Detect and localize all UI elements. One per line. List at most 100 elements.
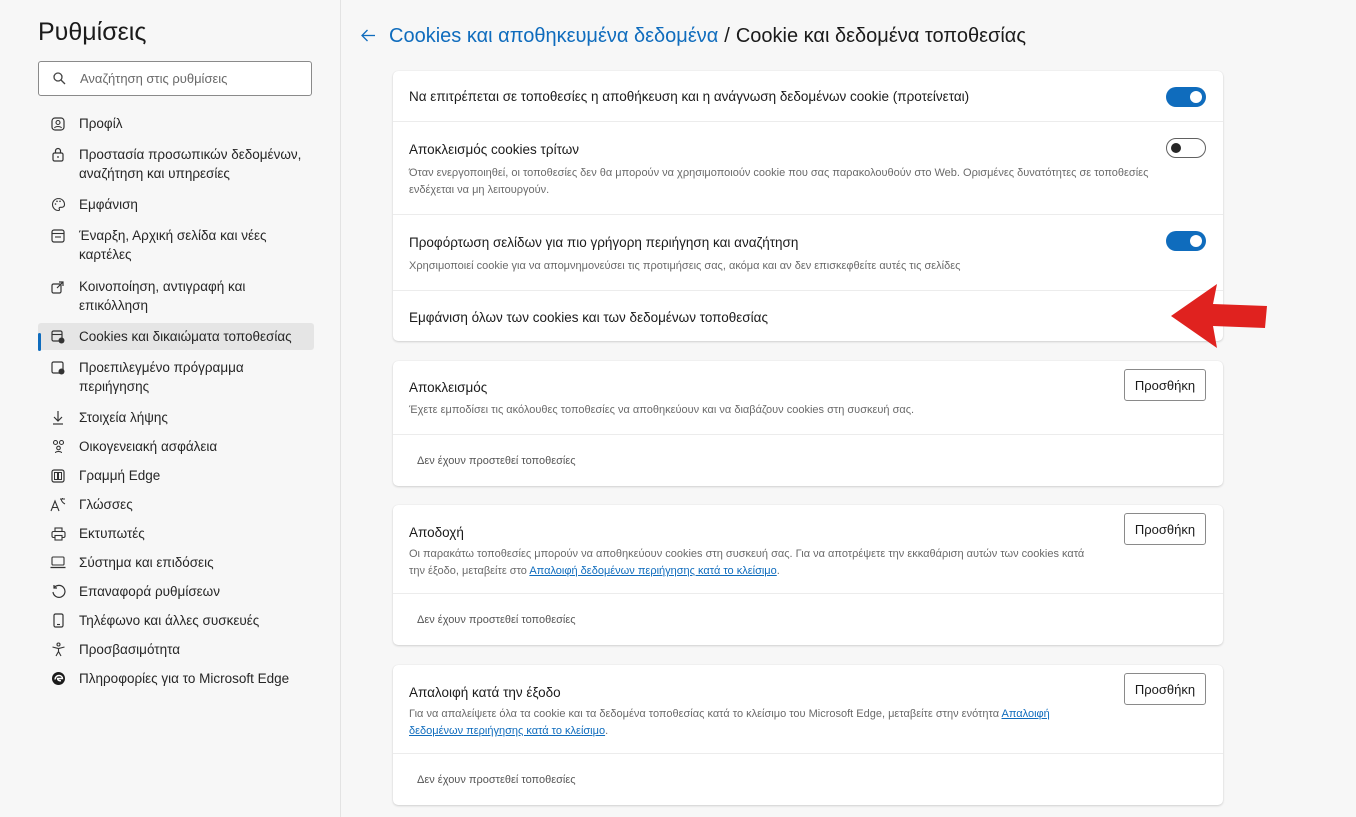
- family-icon: [50, 437, 66, 456]
- see-all-cookies-row[interactable]: Εμφάνιση όλων των cookies και των δεδομέ…: [393, 291, 1223, 341]
- clear-on-exit-description-block: Για να απαλείψετε όλα τα cookie και τα δ…: [409, 706, 1207, 740]
- breadcrumb-separator: /: [724, 25, 730, 47]
- sidebar-item-label: Cookies και δικαιώματα τοποθεσίας: [79, 329, 292, 344]
- sidebar-item-label: Πληροφορίες για το Microsoft Edge: [79, 671, 290, 686]
- accessibility-icon: [50, 640, 66, 659]
- allow-section-description-block: Οι παρακάτω τοποθεσίες μπορούν να αποθηκ…: [409, 546, 1207, 580]
- cookie-settings-card: Να επιτρέπεται σε τοποθεσίες η αποθήκευσ…: [393, 71, 1223, 341]
- sidebar-item-label: Στοιχεία λήψης: [79, 410, 168, 425]
- lock-icon: [50, 145, 66, 164]
- cookies-permissions-icon: [50, 327, 66, 346]
- clear-on-exit-title: Απαλοιφή κατά την έξοδο: [409, 685, 561, 700]
- block-empty-text: Δεν έχουν προστεθεί τοποθεσίες: [417, 454, 576, 467]
- clear-on-exit-card: Απαλοιφή κατά την έξοδο Για να απαλείψετ…: [393, 665, 1223, 805]
- sidebar-item-phone-devices[interactable]: Τηλέφωνο και άλλες συσκευές: [38, 607, 314, 634]
- block-section-card: Αποκλεισμός Έχετε εμποδίσει τις ακόλουθε…: [393, 361, 1223, 486]
- allow-section-header: Αποδοχή Οι παρακάτω τοποθεσίες μπορούν ν…: [393, 505, 1223, 594]
- phone-icon: [50, 611, 66, 630]
- sidebar-title: Ρυθμίσεις: [38, 18, 147, 46]
- sidebar-item-share-copy-paste[interactable]: Κοινοποίηση, αντιγραφή και επικόλληση: [38, 273, 314, 319]
- sidebar-item-default-browser[interactable]: Προεπιλεγμένο πρόγραμμα περιήγησης: [38, 354, 314, 400]
- reset-icon: [50, 582, 66, 601]
- sidebar-item-label: Γλώσσες: [79, 497, 133, 512]
- block-empty-row: Δεν έχουν προστεθεί τοποθεσίες: [393, 435, 1223, 486]
- profile-icon: [50, 114, 66, 133]
- sidebar-item-label: Προεπιλεγμένο πρόγραμμα περιήγησης: [79, 360, 244, 394]
- block-third-party-toggle[interactable]: [1166, 138, 1206, 158]
- block-add-button[interactable]: Προσθήκη: [1124, 369, 1206, 401]
- home-tabs-icon: [50, 226, 66, 245]
- block-third-party-description: Όταν ενεργοποιηθεί, οι τοποθεσίες δεν θα…: [409, 167, 1149, 196]
- allow-section-description-end: .: [776, 565, 780, 577]
- clear-on-exit-description-end: .: [605, 725, 609, 737]
- allow-empty-text: Δεν έχουν προστεθεί τοποθεσίες: [417, 613, 576, 626]
- allow-section-title: Αποδοχή: [409, 525, 464, 540]
- block-third-party-row: Αποκλεισμός cookies τρίτων Όταν ενεργοπο…: [393, 122, 1223, 215]
- preload-row: Προφόρτωση σελίδων για πιο γρήγορη περιή…: [393, 215, 1223, 291]
- sidebar-item-label: Κοινοποίηση, αντιγραφή και επικόλληση: [79, 279, 246, 313]
- clear-on-exit-description: Για να απαλείψετε όλα τα cookie και τα δ…: [409, 708, 1002, 720]
- settings-nav: Προφίλ Προστασία προσωπικών δεδομένων, α…: [38, 110, 314, 692]
- allow-cookies-row: Να επιτρέπεται σε τοποθεσίες η αποθήκευσ…: [393, 71, 1223, 122]
- sidebar-item-label: Σύστημα και επιδόσεις: [79, 555, 214, 570]
- edge-bar-icon: [50, 466, 66, 485]
- sidebar-item-label: Γραμμή Edge: [79, 468, 161, 483]
- see-all-cookies-title: Εμφάνιση όλων των cookies και των δεδομέ…: [409, 310, 768, 325]
- sidebar-item-label: Έναρξη, Αρχική σελίδα και νέες καρτέλες: [79, 228, 267, 262]
- search-icon: [53, 72, 66, 85]
- preload-title: Προφόρτωση σελίδων για πιο γρήγορη περιή…: [409, 235, 799, 250]
- page-title: Cookie και δεδομένα τοποθεσίας: [735, 25, 1026, 47]
- clear-on-close-link[interactable]: Απαλοιφή δεδομένων περιήγησης κατά το κλ…: [529, 565, 776, 577]
- settings-main: Cookies και αποθηκευμένα δεδομένα / Cook…: [341, 0, 1356, 817]
- sidebar-item-family-safety[interactable]: Οικογενειακή ασφάλεια: [38, 433, 314, 460]
- sidebar-item-label: Εκτυπωτές: [79, 526, 145, 541]
- palette-icon: [50, 195, 66, 214]
- sidebar-item-profile[interactable]: Προφίλ: [38, 110, 314, 137]
- edge-logo-icon: [50, 669, 66, 688]
- sidebar-item-edge-bar[interactable]: Γραμμή Edge: [38, 462, 314, 489]
- breadcrumb-parent-link[interactable]: Cookies και αποθηκευμένα δεδομένα: [389, 25, 718, 48]
- allow-cookies-toggle[interactable]: [1166, 87, 1206, 107]
- sidebar-item-printers[interactable]: Εκτυπωτές: [38, 520, 314, 547]
- sidebar-item-downloads[interactable]: Στοιχεία λήψης: [38, 404, 314, 431]
- laptop-icon: [50, 553, 66, 572]
- sidebar-item-label: Προσβασιμότητα: [79, 642, 181, 657]
- back-arrow-icon[interactable]: [361, 26, 376, 48]
- sidebar-item-privacy[interactable]: Προστασία προσωπικών δεδομένων, αναζήτησ…: [38, 141, 314, 187]
- sidebar-item-start-home[interactable]: Έναρξη, Αρχική σελίδα και νέες καρτέλες: [38, 222, 314, 268]
- sidebar-item-languages[interactable]: Γλώσσες: [38, 491, 314, 518]
- block-section-header: Αποκλεισμός Έχετε εμποδίσει τις ακόλουθε…: [393, 361, 1223, 435]
- sidebar-item-cookies-permissions[interactable]: Cookies και δικαιώματα τοποθεσίας: [38, 323, 314, 351]
- printer-icon: [50, 524, 66, 543]
- sidebar-item-appearance[interactable]: Εμφάνιση: [38, 191, 314, 218]
- sidebar-item-system-performance[interactable]: Σύστημα και επιδόσεις: [38, 549, 314, 576]
- allow-section-card: Αποδοχή Οι παρακάτω τοποθεσίες μπορούν ν…: [393, 505, 1223, 645]
- clear-on-exit-header: Απαλοιφή κατά την έξοδο Για να απαλείψετ…: [393, 665, 1223, 754]
- clear-on-exit-empty-row: Δεν έχουν προστεθεί τοποθεσίες: [393, 754, 1223, 805]
- download-icon: [50, 408, 66, 427]
- clear-on-exit-add-button[interactable]: Προσθήκη: [1124, 673, 1206, 705]
- allow-cookies-title: Να επιτρέπεται σε τοποθεσίες η αποθήκευσ…: [409, 89, 970, 104]
- annotation-arrow-icon: [1171, 284, 1267, 348]
- page-heading: Cookies και αποθηκευμένα δεδομένα / Cook…: [361, 25, 1026, 48]
- allow-add-button[interactable]: Προσθήκη: [1124, 513, 1206, 545]
- sidebar-item-about-edge[interactable]: Πληροφορίες για το Microsoft Edge: [38, 665, 314, 692]
- preload-toggle[interactable]: [1166, 231, 1206, 251]
- sidebar-item-accessibility[interactable]: Προσβασιμότητα: [38, 636, 314, 663]
- sidebar-item-label: Τηλέφωνο και άλλες συσκευές: [79, 613, 260, 628]
- sidebar-item-label: Προφίλ: [79, 116, 123, 131]
- allow-empty-row: Δεν έχουν προστεθεί τοποθεσίες: [393, 594, 1223, 645]
- settings-sidebar: Ρυθμίσεις Προφίλ Προστασία προσωπικών δε…: [0, 0, 341, 817]
- languages-icon: [50, 495, 66, 514]
- block-third-party-title: Αποκλεισμός cookies τρίτων: [409, 142, 579, 157]
- sidebar-item-label: Επαναφορά ρυθμίσεων: [79, 584, 220, 599]
- sidebar-item-label: Οικογενειακή ασφάλεια: [79, 439, 218, 454]
- block-section-description: Έχετε εμποδίσει τις ακόλουθες τοποθεσίες…: [409, 404, 915, 416]
- preload-description: Χρησιμοποιεί cookie για να απομνημονεύσε…: [409, 260, 961, 272]
- sidebar-item-reset-settings[interactable]: Επαναφορά ρυθμίσεων: [38, 578, 314, 605]
- sidebar-item-label: Εμφάνιση: [79, 197, 138, 212]
- share-icon: [50, 277, 66, 296]
- block-section-title: Αποκλεισμός: [409, 380, 488, 395]
- settings-search-box[interactable]: [38, 61, 312, 96]
- settings-search-input[interactable]: [80, 71, 300, 86]
